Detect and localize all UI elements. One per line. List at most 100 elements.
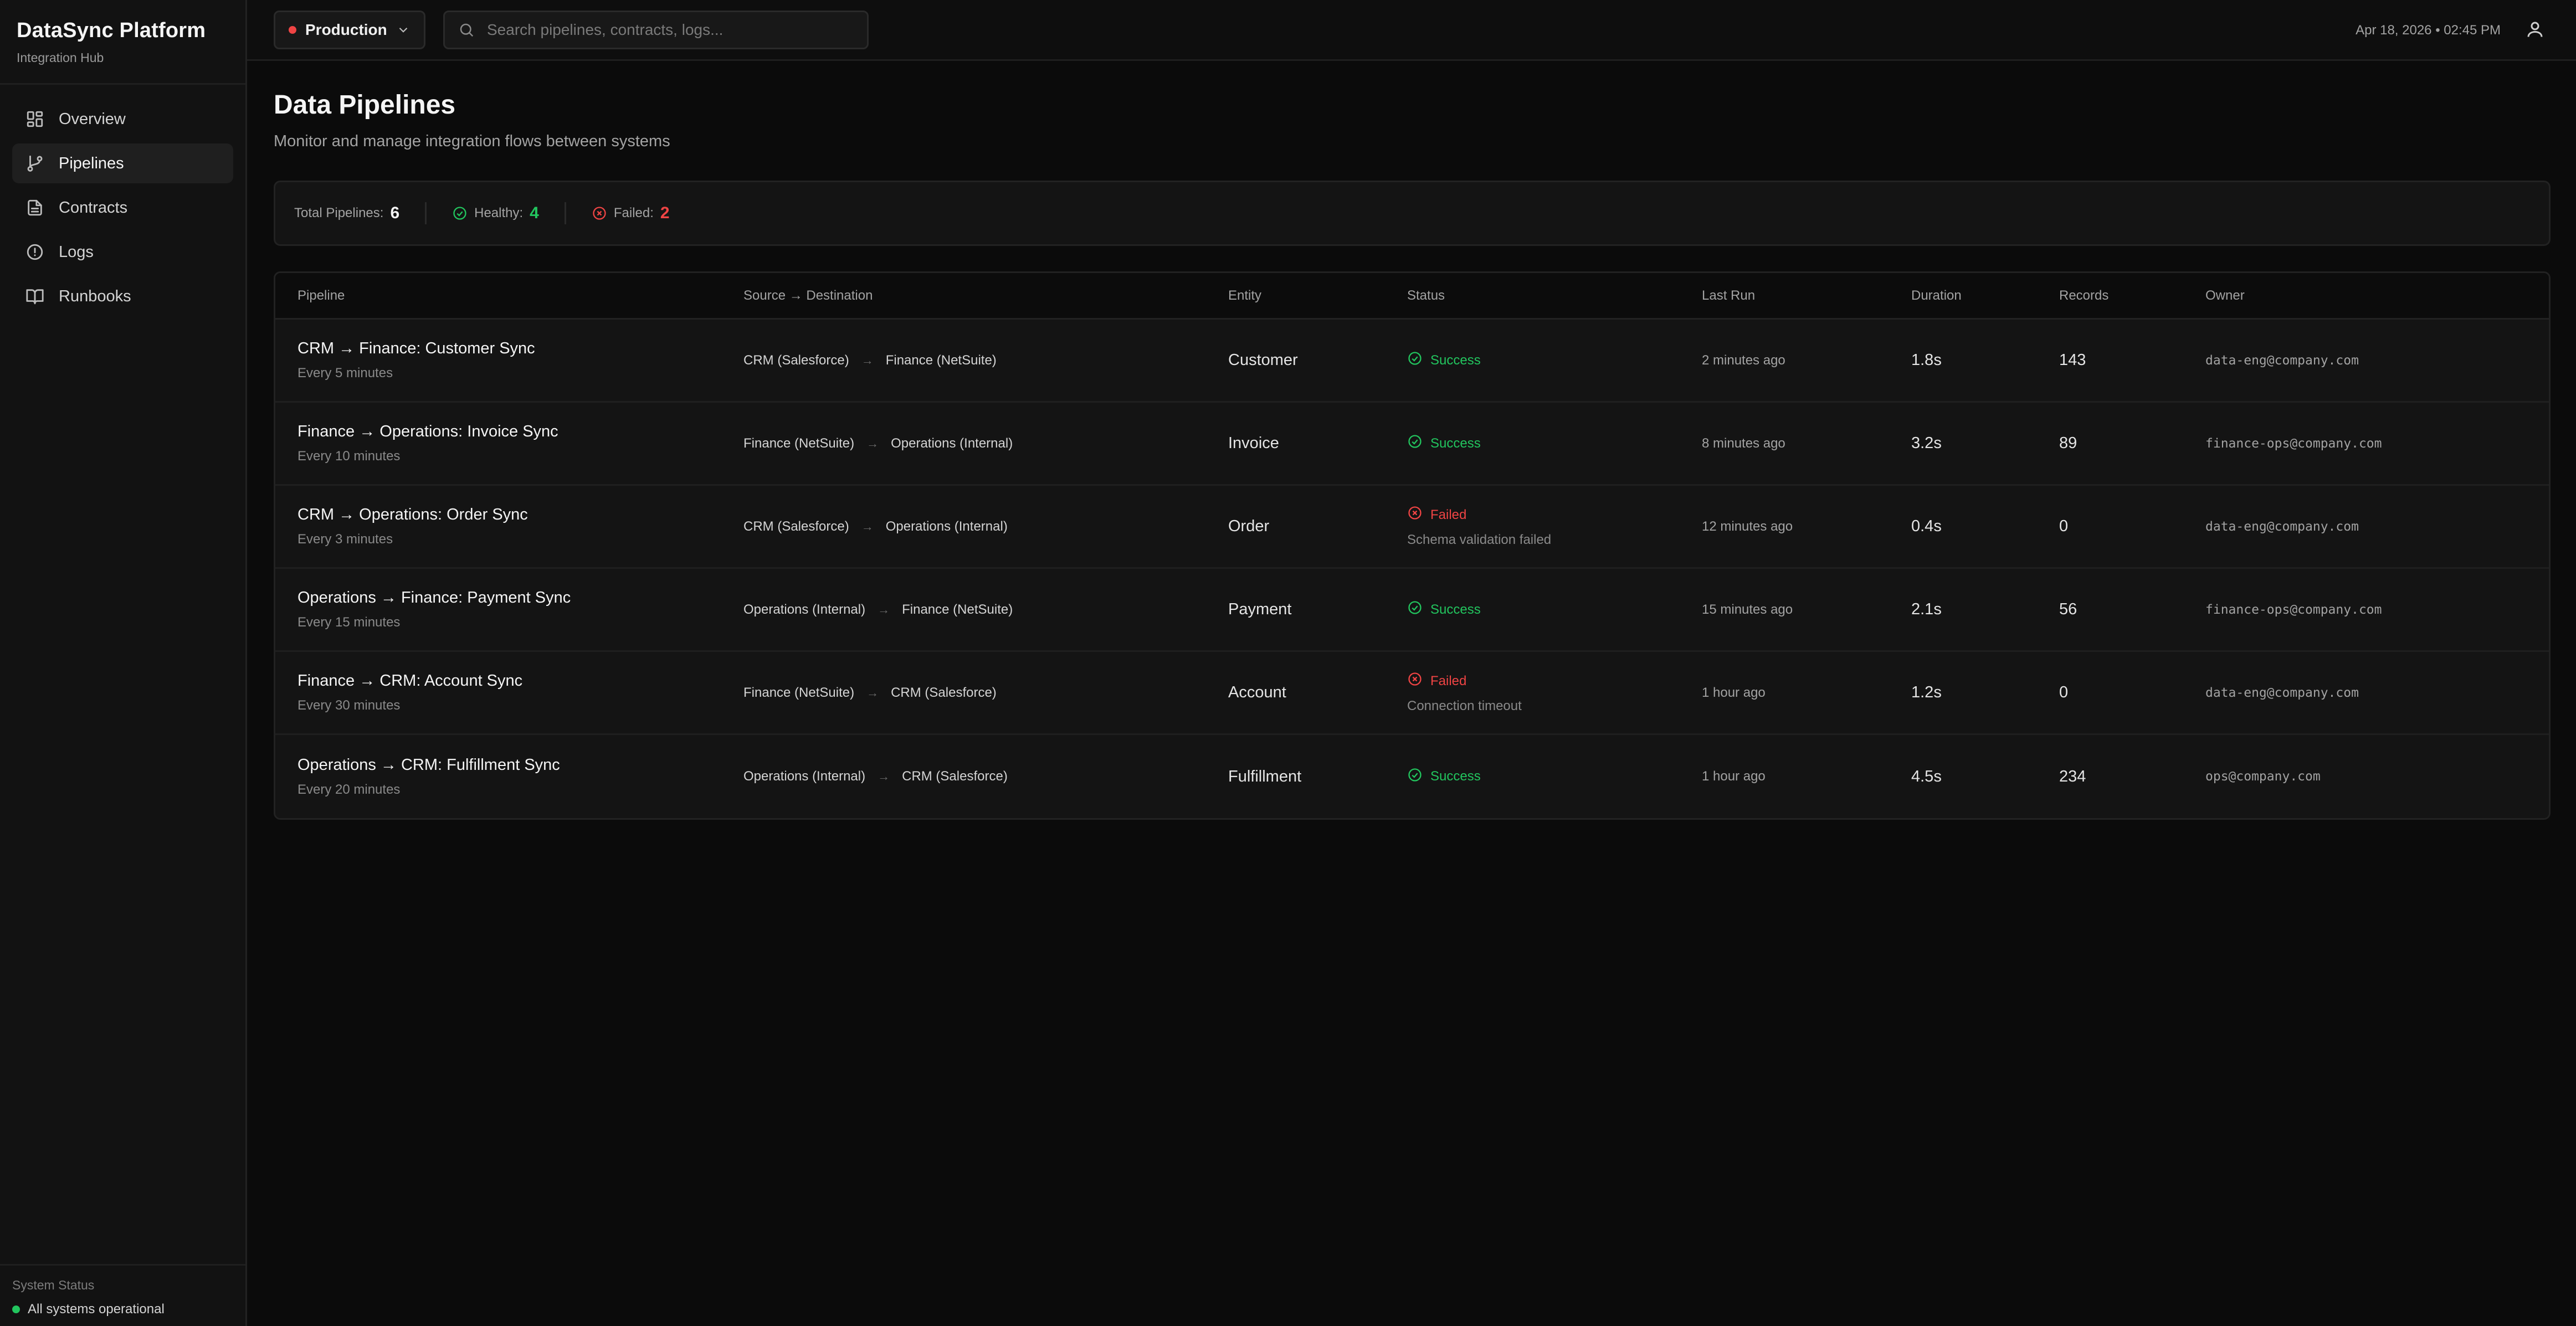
last-run-cell: 1 hour ago [1702, 685, 1766, 700]
sidebar-item-label: Contracts [59, 198, 128, 217]
pipeline-cell: Finance → CRM: Account Sync Every 30 min… [275, 672, 743, 713]
sidebar-item-overview[interactable]: Overview [12, 99, 233, 139]
column-header[interactable]: Status [1407, 288, 1702, 304]
arrow-right-icon: → [866, 685, 879, 700]
column-header[interactable]: Last Run [1702, 288, 1911, 304]
route-source: Operations (Internal) [743, 769, 866, 784]
route-source: Finance (NetSuite) [743, 435, 855, 451]
entity-cell: Order [1228, 517, 1270, 535]
table-row[interactable]: Operations → Finance: Payment Sync Every… [275, 569, 2549, 652]
search-icon [460, 23, 474, 37]
column-header[interactable]: Pipeline [275, 288, 743, 304]
route: CRM (Salesforce) → Finance (NetSuite) [743, 353, 1228, 368]
status-error: Connection timeout [1407, 698, 1522, 713]
records-cell: 143 [2059, 351, 2086, 369]
route-source: CRM (Salesforce) [743, 518, 849, 534]
table-row[interactable]: CRM → Operations: Order Sync Every 3 min… [275, 486, 2549, 569]
pipeline-schedule: Every 30 minutes [297, 698, 401, 713]
pipeline-cell: CRM → Finance: Customer Sync Every 5 min… [275, 340, 743, 381]
records-cell: 89 [2059, 434, 2077, 452]
status-badge: Success [1407, 600, 1702, 619]
pipeline-cell: Finance → Operations: Invoice Sync Every… [275, 423, 743, 464]
arrow-right-icon: → [878, 602, 890, 616]
status-badge: Success [1407, 434, 1702, 453]
duration-cell: 3.2s [1911, 434, 1942, 452]
status-cell: Failed Schema validation failed [1407, 505, 1702, 548]
column-header[interactable]: Owner [2205, 288, 2549, 304]
owner-cell: data-eng@company.com [2205, 519, 2359, 534]
stat-failed-value: 2 [660, 204, 670, 222]
column-header[interactable]: Duration [1911, 288, 2059, 304]
stat-healthy: Healthy: 4 [452, 204, 539, 223]
status-error: Schema validation failed [1407, 532, 1552, 547]
table-row[interactable]: CRM → Finance: Customer Sync Every 5 min… [275, 320, 2549, 403]
arrow-right-icon: → [861, 519, 874, 533]
pipeline-name[interactable]: CRM → Operations: Order Sync [297, 506, 743, 524]
brand-title: DataSync Platform [17, 19, 206, 42]
sidebar-item-runbooks[interactable]: Runbooks [12, 276, 233, 316]
route-destination: Operations (Internal) [891, 435, 1013, 451]
column-header[interactable]: Source → Destination [743, 288, 1228, 304]
search-input[interactable] [487, 20, 854, 39]
route-cell: Finance (NetSuite) → CRM (Salesforce) [743, 685, 1228, 701]
document-icon [28, 199, 42, 216]
route-cell: CRM (Salesforce) → Finance (NetSuite) [743, 353, 1228, 368]
user-menu-button[interactable] [2525, 19, 2545, 42]
sidebar-item-pipelines[interactable]: Pipelines [12, 143, 233, 183]
stats-bar: Total Pipelines: 6 Healthy: 4 Failed: 2 [274, 181, 2551, 246]
route-source: CRM (Salesforce) [743, 352, 849, 368]
pipeline-name[interactable]: Finance → CRM: Account Sync [297, 672, 743, 690]
duration-cell: 4.5s [1911, 767, 1942, 785]
sidebar-item-label: Pipelines [59, 154, 124, 172]
sidebar-item-logs[interactable]: Logs [12, 232, 233, 272]
x-circle-icon [593, 207, 606, 220]
table-row[interactable]: Finance → CRM: Account Sync Every 30 min… [275, 652, 2549, 735]
stat-total: Total Pipelines: 6 [294, 204, 399, 223]
owner-cell: ops@company.com [2205, 769, 2321, 784]
grid-icon [27, 111, 43, 127]
stat-total-value: 6 [390, 204, 400, 222]
topbar-right: Apr 18, 2026 • 02:45 PM [2356, 0, 2545, 61]
pipeline-name[interactable]: Operations → CRM: Fulfillment Sync [297, 756, 743, 774]
table-row[interactable]: Finance → Operations: Invoice Sync Every… [275, 403, 2549, 486]
environment-dropdown[interactable]: Production [274, 10, 425, 49]
git-branch-icon [27, 155, 43, 172]
search-box [443, 10, 869, 49]
system-status-line: All systems operational [12, 1302, 233, 1317]
route-destination: CRM (Salesforce) [902, 769, 1008, 784]
pipeline-name[interactable]: Operations → Finance: Payment Sync [297, 589, 743, 607]
entity-cell: Customer [1228, 351, 1298, 369]
system-status-label: System Status [12, 1278, 95, 1292]
stat-healthy-label: Healthy: [474, 205, 524, 220]
arrow-right-icon: → [878, 769, 890, 783]
route: Finance (NetSuite) → CRM (Salesforce) [743, 685, 1228, 701]
sidebar-item-label: Logs [59, 243, 94, 261]
check-circle-icon [453, 207, 466, 220]
datetime: Apr 18, 2026 • 02:45 PM [2356, 23, 2501, 38]
column-header[interactable]: Entity [1228, 288, 1407, 304]
entity-cell: Account [1228, 683, 1286, 701]
route-source: Operations (Internal) [743, 602, 866, 617]
pipeline-schedule: Every 20 minutes [297, 782, 401, 797]
stat-total-label: Total Pipelines: [294, 205, 384, 220]
status-text: Success [1430, 769, 1481, 784]
check-circle-icon [1408, 352, 1422, 365]
status-cell: Failed Connection timeout [1407, 671, 1702, 714]
route-cell: Operations (Internal) → CRM (Salesforce) [743, 769, 1228, 784]
sidebar: DataSync Platform Integration Hub Overvi… [0, 0, 247, 1326]
status-icon [1407, 434, 1423, 453]
route: CRM (Salesforce) → Operations (Internal) [743, 519, 1228, 534]
book-icon [26, 289, 44, 305]
status-icon [1407, 505, 1423, 525]
pipeline-name[interactable]: CRM → Finance: Customer Sync [297, 340, 743, 358]
records-cell: 234 [2059, 767, 2086, 785]
route: Operations (Internal) → Finance (NetSuit… [743, 602, 1228, 618]
table-row[interactable]: Operations → CRM: Fulfillment Sync Every… [275, 735, 2549, 818]
last-run-cell: 8 minutes ago [1702, 435, 1785, 451]
pipeline-name[interactable]: Finance → Operations: Invoice Sync [297, 423, 743, 441]
column-header[interactable]: Records [2059, 288, 2205, 304]
route: Operations (Internal) → CRM (Salesforce) [743, 769, 1228, 784]
topbar: Production Apr 18, 2026 • 02:45 PM [247, 0, 2576, 61]
sidebar-item-contracts[interactable]: Contracts [12, 188, 233, 228]
arrow-right-icon: → [866, 436, 879, 450]
